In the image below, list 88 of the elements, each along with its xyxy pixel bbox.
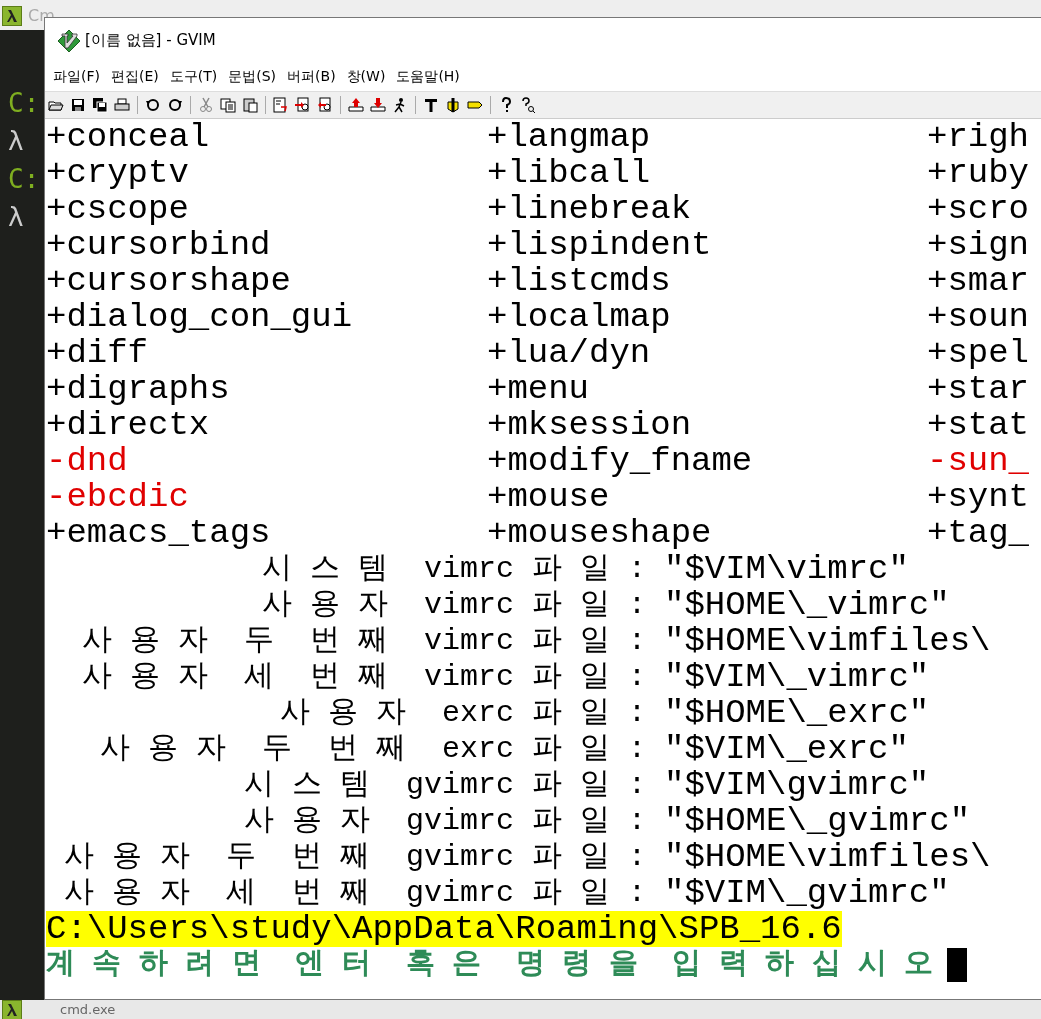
- feature-text: +linebreak: [487, 191, 693, 227]
- console-text: λ: [8, 202, 25, 232]
- feature-text: +star: [927, 371, 1031, 407]
- feature-text: +libcall: [487, 155, 652, 191]
- menu-item[interactable]: 창(W): [346, 68, 386, 86]
- paste-icon[interactable]: [241, 96, 259, 114]
- rc-file-path: "$HOME\_gvimrc": [664, 803, 971, 839]
- feature-text: +scro: [927, 191, 1031, 227]
- copy-icon[interactable]: [219, 96, 237, 114]
- rc-file-path: "$HOME\vimfiles\: [664, 623, 991, 659]
- findprev-icon[interactable]: [316, 96, 334, 114]
- feature-text: +conceal: [46, 119, 211, 155]
- menu-item[interactable]: 버퍼(B): [287, 68, 336, 86]
- feature-text: -dnd: [46, 443, 129, 479]
- rc-file-path: "$HOME\_vimrc": [664, 587, 950, 623]
- feature-text: +cscope: [46, 191, 190, 227]
- redo-icon[interactable]: [166, 96, 184, 114]
- feature-text: +emacs_tags: [46, 515, 272, 551]
- console-text: λ: [8, 126, 25, 156]
- console-text: C:: [8, 88, 40, 118]
- rc-file-label: 사 용 자 세 번 째 vimrc 파 일 :: [81, 659, 646, 695]
- rc-file-path: "$VIM\_vimrc": [664, 659, 930, 695]
- rc-file-label: 사 용 자 두 번 째 vimrc 파 일 :: [81, 623, 646, 659]
- feature-text: +sign: [927, 227, 1031, 263]
- feature-text: +tag_: [927, 515, 1031, 551]
- feature-text: +cursorshape: [46, 263, 292, 299]
- feature-text: +cursorbind: [46, 227, 272, 263]
- feature-text: -ebcdic: [46, 479, 190, 515]
- loadsession-icon[interactable]: [347, 96, 365, 114]
- rc-file-label: 시 스 템 gvimrc 파 일 :: [243, 767, 646, 803]
- feature-text: +spel: [927, 335, 1031, 371]
- feature-text: +cryptv: [46, 155, 190, 191]
- feature-text: +smar: [927, 263, 1031, 299]
- feature-text: +menu: [487, 371, 591, 407]
- undo-icon[interactable]: [144, 96, 162, 114]
- console-text: C:: [8, 164, 40, 194]
- feature-text: -sun_: [927, 443, 1031, 479]
- rc-file-path: "$VIM\_exrc": [664, 731, 909, 767]
- rc-file-path: "$VIM\_gvimrc": [664, 875, 950, 911]
- rc-file-label: 시 스 템 vimrc 파 일 :: [261, 551, 646, 587]
- rc-file-path: "$HOME\vimfiles\: [664, 839, 991, 875]
- menu-item[interactable]: 도움말(H): [396, 68, 460, 86]
- save-icon[interactable]: [69, 96, 87, 114]
- feature-text: +stat: [927, 407, 1031, 443]
- menu-item[interactable]: 도구(T): [169, 68, 218, 86]
- feature-text: +modify_fname: [487, 443, 754, 479]
- feature-text: +digraphs: [46, 371, 231, 407]
- saveall-icon[interactable]: [91, 96, 109, 114]
- feature-text: +lispindent: [487, 227, 713, 263]
- feature-text: +mouse: [487, 479, 611, 515]
- lambda-icon[interactable]: [2, 999, 22, 1019]
- feature-text: +lua/dyn: [487, 335, 652, 371]
- rc-file-label: 사 용 자 vimrc 파 일 :: [261, 587, 646, 623]
- rc-file-label: 사 용 자 두 번 째 exrc 파 일 :: [99, 731, 646, 767]
- feature-text: +synt: [927, 479, 1031, 515]
- taskbar-label[interactable]: cmd.exe: [60, 1001, 116, 1018]
- path-text: C:\Users\study\AppData\Roaming\SPB_16.6: [46, 911, 842, 947]
- rc-file-path: "$HOME\_exrc": [664, 695, 930, 731]
- rc-file-label: 사 용 자 gvimrc 파 일 :: [243, 803, 646, 839]
- savesession-icon[interactable]: [369, 96, 387, 114]
- vim-logo-icon: [57, 28, 81, 53]
- feature-text: +ruby: [927, 155, 1031, 191]
- replace-icon[interactable]: [272, 96, 290, 114]
- print-icon[interactable]: [113, 96, 131, 114]
- rc-file-path: "$VIM\vimrc": [664, 551, 909, 587]
- feature-text: +dialog_con_gui: [46, 299, 354, 335]
- feature-text: +directx: [46, 407, 211, 443]
- findhelp-icon[interactable]: [519, 96, 537, 114]
- menu-item[interactable]: 파일(F): [53, 68, 100, 86]
- feature-text: +listcmds: [487, 263, 672, 299]
- menu-item[interactable]: 편집(E): [111, 68, 159, 86]
- feature-text: +righ: [927, 119, 1031, 155]
- rc-file-label: 사 용 자 세 번 째 gvimrc 파 일 :: [63, 875, 646, 911]
- lambda-icon[interactable]: [2, 6, 22, 26]
- menu-item[interactable]: 문법(S): [228, 68, 277, 86]
- rc-file-label: 사 용 자 exrc 파 일 :: [279, 695, 646, 731]
- feature-text: +soun: [927, 299, 1031, 335]
- feature-text: +localmap: [487, 299, 672, 335]
- prompt-message: 계 속 하 려 면 엔 터 혹 은 명 령 을 입 력 하 십 시 오: [46, 947, 934, 983]
- window-title: [이름 없음] - GVIM: [85, 31, 216, 50]
- findnext-icon[interactable]: [294, 96, 312, 114]
- rc-file-label: 사 용 자 두 번 째 gvimrc 파 일 :: [63, 839, 646, 875]
- feature-text: +mksession: [487, 407, 693, 443]
- feature-text: +langmap: [487, 119, 652, 155]
- feature-text: +mouseshape: [487, 515, 713, 551]
- rc-file-path: "$VIM\gvimrc": [664, 767, 930, 803]
- text-cursor: [947, 948, 968, 982]
- feature-text: +diff: [46, 335, 150, 371]
